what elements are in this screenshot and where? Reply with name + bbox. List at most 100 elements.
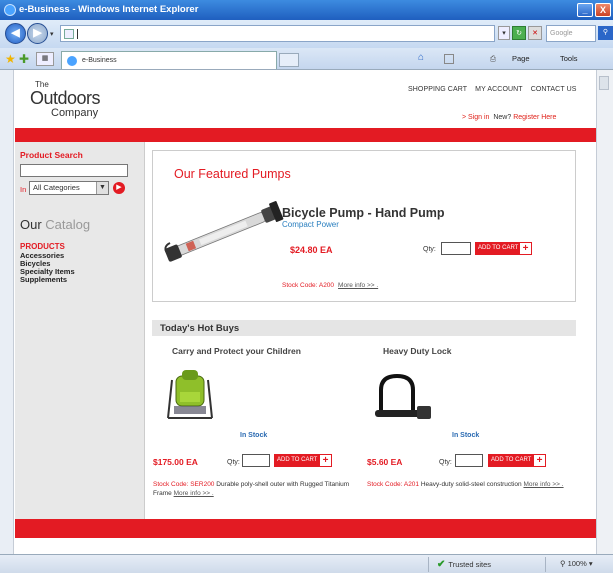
go-arrow-icon: ▶ bbox=[116, 184, 122, 191]
my-account-link[interactable]: MY ACCOUNT bbox=[475, 86, 523, 93]
featured-product-name[interactable]: Bicycle Pump - Hand Pump bbox=[282, 206, 445, 220]
browser-window: e-Business - Windows Internet Explorer _… bbox=[0, 0, 613, 573]
add-to-cart-label: ADD TO CART bbox=[491, 457, 532, 463]
hot-item-description: Stock Code: A201 Heavy-duty solid-steel … bbox=[367, 480, 572, 489]
zoom-level[interactable]: ⚲ 100% ▾ bbox=[560, 559, 593, 568]
hot-item-add-to-cart-button[interactable]: ADD TO CART + bbox=[488, 454, 546, 467]
security-zone[interactable]: ✔ Trusted sites bbox=[437, 559, 491, 570]
add-to-cart-label: ADD TO CART bbox=[277, 457, 318, 463]
add-to-cart-label: ADD TO CART bbox=[478, 245, 519, 251]
zoom-label: 100% bbox=[567, 559, 587, 568]
hot-item-title[interactable]: Heavy Duty Lock bbox=[383, 346, 452, 356]
catalog-heading-main: Our bbox=[20, 217, 46, 232]
hot-item-add-to-cart-button[interactable]: ADD TO CART + bbox=[274, 454, 332, 467]
u-lock-image[interactable] bbox=[373, 372, 435, 420]
browser-frame-left bbox=[0, 70, 14, 554]
hot-item-description: Stock Code: SER200 Durable poly-shell ou… bbox=[153, 480, 358, 498]
refresh-button[interactable]: ↻ bbox=[512, 26, 526, 40]
quick-tabs-icon: ▦ bbox=[41, 55, 49, 62]
featured-add-to-cart-button[interactable]: ADD TO CART + bbox=[475, 242, 532, 255]
tab-e-business[interactable]: e-Business bbox=[61, 51, 277, 69]
search-button[interactable]: ⚲ bbox=[598, 26, 613, 40]
in-label: In bbox=[20, 185, 27, 194]
tab-bar: ★ ✚ ▦ e-Business ⌂ ⎙ Page Tools bbox=[0, 48, 613, 70]
minimize-button[interactable]: _ bbox=[577, 3, 593, 17]
zoom-icon: ⚲ bbox=[560, 559, 568, 568]
vertical-scrollbar[interactable] bbox=[596, 70, 613, 554]
site-logo[interactable]: The Outdoors Company bbox=[30, 80, 140, 120]
child-carrier-backpack-image[interactable] bbox=[160, 366, 220, 428]
close-button[interactable]: X bbox=[595, 3, 611, 17]
stop-button[interactable]: ✕ bbox=[528, 26, 542, 40]
top-navigation: SHOPPING CART MY ACCOUNT CONTACT US bbox=[408, 86, 585, 93]
product-search-input[interactable] bbox=[20, 164, 128, 177]
print-icon[interactable]: ⎙ bbox=[490, 53, 496, 65]
category-supplements[interactable]: Supplements bbox=[20, 275, 67, 284]
plus-icon: + bbox=[533, 454, 546, 467]
logo-outdoors: Outdoors bbox=[30, 88, 101, 108]
product-search-go-button[interactable]: ▶ bbox=[113, 182, 125, 194]
forward-button[interactable]: ▶ bbox=[27, 23, 48, 44]
search-icon: ⚲ bbox=[602, 29, 609, 36]
back-button[interactable]: ◀ bbox=[5, 23, 26, 44]
featured-more-info-link[interactable]: More info >> . bbox=[338, 282, 378, 289]
hot-item-price: $175.00 EA bbox=[153, 457, 198, 467]
tab-label: e-Business bbox=[82, 57, 117, 64]
status-separator bbox=[428, 557, 429, 572]
featured-product-price: $24.80 EA bbox=[290, 245, 333, 255]
shopping-cart-link[interactable]: SHOPPING CART bbox=[408, 86, 467, 93]
hot-item-more-info-link[interactable]: More info >> . bbox=[523, 481, 563, 488]
status-bar: ✔ Trusted sites ⚲ 100% ▾ bbox=[0, 554, 613, 573]
scrollbar-thumb[interactable] bbox=[599, 76, 609, 90]
contact-us-link[interactable]: CONTACT US bbox=[531, 86, 577, 93]
tab-ie-icon bbox=[67, 56, 77, 66]
signin-link[interactable]: Sign in bbox=[468, 114, 489, 121]
search-input[interactable]: Google bbox=[546, 25, 596, 42]
ie-logo-icon bbox=[4, 4, 16, 16]
title-bar: e-Business - Windows Internet Explorer _… bbox=[0, 0, 613, 20]
plus-icon: + bbox=[519, 242, 532, 255]
page-menu[interactable]: Page bbox=[512, 53, 530, 65]
plus-icon: + bbox=[319, 454, 332, 467]
hot-item-stock-code: Stock Code: A201 bbox=[367, 481, 420, 488]
chevron-down-icon: ▾ bbox=[502, 30, 506, 37]
hot-item-description-text: Heavy-duty solid-steel construction bbox=[419, 481, 524, 488]
bicycle-pump-image[interactable] bbox=[158, 199, 298, 264]
text-caret bbox=[77, 29, 78, 39]
home-icon[interactable]: ⌂ bbox=[418, 52, 430, 64]
hot-item-stock-status: In Stock bbox=[452, 432, 480, 439]
add-favorites-icon[interactable]: ✚ bbox=[19, 52, 29, 66]
catalog-heading: Our Catalog bbox=[20, 217, 90, 232]
chevron-down-icon: ▼ bbox=[96, 182, 108, 194]
featured-product-subtitle: Compact Power bbox=[282, 220, 339, 229]
feeds-icon[interactable] bbox=[444, 54, 454, 64]
new-tab-button[interactable] bbox=[279, 53, 299, 67]
featured-qty-input[interactable] bbox=[441, 242, 471, 255]
web-page: The Outdoors Company SHOPPING CART MY ACC… bbox=[15, 70, 596, 554]
recent-pages-dropdown-icon[interactable]: ▾ bbox=[50, 30, 54, 38]
favorites-star-icon[interactable]: ★ bbox=[5, 52, 16, 66]
hot-item-qty-label: Qty: bbox=[227, 459, 240, 466]
quick-tabs-button[interactable]: ▦ bbox=[36, 52, 54, 66]
hot-item-qty-input[interactable] bbox=[455, 454, 483, 467]
hot-item-more-info-link[interactable]: More info >> . bbox=[174, 490, 214, 497]
register-link[interactable]: Register Here bbox=[513, 114, 556, 121]
products-heading[interactable]: PRODUCTS bbox=[20, 242, 65, 251]
category-selected-value: All Categories bbox=[33, 183, 80, 192]
hot-item-qty-input[interactable] bbox=[242, 454, 270, 467]
product-search-label: Product Search bbox=[20, 150, 83, 160]
page-icon bbox=[64, 29, 74, 39]
back-arrow-icon: ◀ bbox=[11, 27, 20, 39]
status-separator bbox=[545, 557, 546, 572]
stop-icon: ✕ bbox=[532, 30, 538, 37]
security-zone-label: Trusted sites bbox=[448, 560, 492, 569]
forward-arrow-icon: ▶ bbox=[33, 27, 42, 39]
featured-stock-code: Stock Code: A200 bbox=[282, 282, 335, 289]
address-dropdown-button[interactable]: ▾ bbox=[498, 26, 510, 40]
url-input[interactable] bbox=[60, 25, 495, 42]
window-title: e-Business - Windows Internet Explorer bbox=[19, 4, 199, 15]
hot-item-price: $5.60 EA bbox=[367, 457, 403, 467]
category-select[interactable]: All Categories ▼ bbox=[29, 181, 109, 195]
tools-menu[interactable]: Tools bbox=[560, 53, 578, 65]
hot-item-title[interactable]: Carry and Protect your Children bbox=[172, 346, 301, 356]
